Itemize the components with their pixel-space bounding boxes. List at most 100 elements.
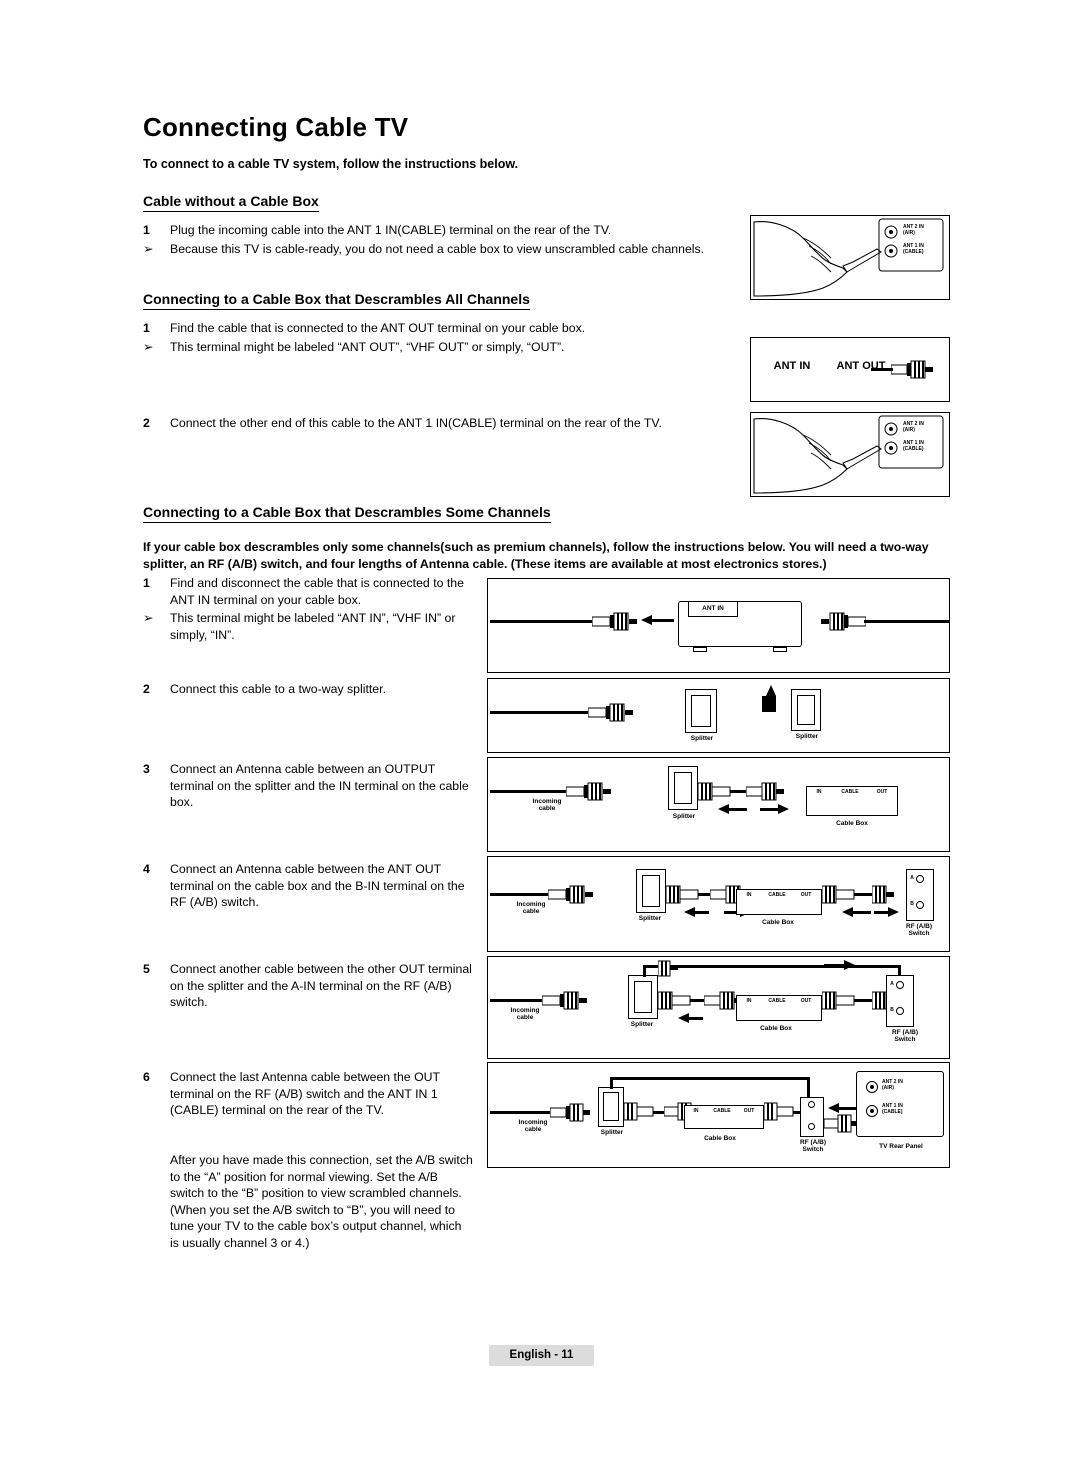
step-text: Connect another cable between the other … [170, 962, 472, 1010]
section-2-heading: Connecting to a Cable Box that Descrambl… [143, 291, 530, 311]
rf-switch-port-a [896, 981, 904, 989]
step-marker [143, 1152, 170, 1252]
step-marker: 6 [143, 1070, 150, 1084]
label-out: OUT [743, 1108, 755, 1114]
label-cable-box: Cable Box [762, 919, 794, 926]
arrow-shaft [652, 619, 674, 622]
label-splitter: Splitter [630, 1021, 654, 1028]
label-cable: CABLE [768, 998, 786, 1004]
label-a: A [890, 981, 894, 987]
step-3-row: 3 Connect an Antenna cable between an OU… [143, 761, 473, 813]
list-item: ➢ Because this TV is cable-ready, you do… [143, 241, 743, 258]
label-cable: CABLE [768, 892, 786, 898]
rf-switch-port-b [808, 1123, 815, 1130]
splitter-inner [642, 875, 660, 907]
label-in: IN [746, 998, 752, 1004]
figure-tv-rear-panel-2: ANT 2 IN (AIR) ANT 1 IN (CABLE) [750, 412, 950, 497]
label-ant-in: ANT IN [702, 605, 724, 612]
label-out: OUT [800, 998, 812, 1004]
section-3-heading: Connecting to a Cable Box that Descrambl… [143, 504, 551, 523]
step-text: Find and disconnect the cable that is co… [170, 576, 464, 607]
splitter-inner [674, 772, 692, 804]
arrow-shaft [695, 911, 709, 914]
step-2-row: 2 Connect this cable to a two-way splitt… [143, 681, 483, 700]
tv-port-ant1-pin [870, 1109, 874, 1113]
arrow-shaft [689, 1017, 703, 1020]
label-in: IN [816, 789, 822, 795]
label-in: IN [693, 1108, 699, 1114]
step-text: Connect the other end of this cable to t… [170, 416, 662, 431]
arrow-left-icon [684, 907, 695, 917]
arrow-shaft [729, 808, 747, 811]
section-3-note: If your cable box descrambles only some … [143, 539, 929, 571]
cable-line [490, 711, 590, 714]
step-text: Because this TV is cable-ready, you do n… [170, 241, 705, 256]
step-text: Plug the incoming cable into the ANT 1 I… [170, 223, 612, 237]
step-5-row: 5 Connect another cable between the othe… [143, 961, 473, 1013]
cable-line [490, 620, 592, 623]
list-item: 2 Connect this cable to a two-way splitt… [143, 681, 483, 698]
figure-tv-rear-panel-1: ANT 2 IN (AIR) ANT 1 IN (CABLE) [750, 215, 950, 300]
figure-step-3: Incoming cable Splitter IN CABLE OUT Cab… [487, 757, 950, 852]
step-marker: 5 [143, 962, 150, 976]
cable-line [490, 893, 552, 896]
step-marker: ➢ [143, 241, 154, 256]
splitter-inner [603, 1092, 619, 1121]
step-text: This terminal might be labeled “ANT IN”,… [170, 611, 456, 642]
arrow-shaft [874, 911, 888, 914]
figure-step-1: ANT IN [487, 578, 950, 673]
step-text: Connect an Antenna cable between the ANT… [170, 862, 465, 910]
connector-left [592, 612, 637, 631]
label-splitter: Splitter [600, 1129, 624, 1136]
label-rf-switch: RF (A/B) Switch [906, 923, 932, 938]
label-tv-rear-panel: TV Rear Panel [879, 1143, 923, 1150]
list-item: 1 Plug the incoming cable into the ANT 1… [143, 222, 743, 239]
port-label-ant2: ANT 2 IN (AIR) [903, 421, 924, 433]
step-text: This terminal might be labeled “ANT OUT”… [170, 339, 565, 354]
arrow-left-icon [828, 1103, 839, 1113]
arrow-left-icon [641, 615, 652, 625]
list-item: 1 Find and disconnect the cable that is … [143, 575, 473, 608]
label-splitter: Splitter [672, 813, 696, 820]
step-text: Connect the last Antenna cable between t… [170, 1070, 440, 1118]
cable-line-vertical [807, 1077, 810, 1099]
arrow-right-icon [844, 960, 855, 970]
label-rf-switch: RF (A/B) Switch [800, 1139, 826, 1154]
document-page: Connecting Cable TV To connect to a cabl… [0, 0, 1080, 1464]
figure-step-5: Incoming cable Splitter IN CABLE OUT Cab… [487, 956, 950, 1059]
page-title: Connecting Cable TV [143, 112, 409, 142]
splitter-inner-2 [797, 695, 815, 725]
section-descrambles-some: Connecting to a Cable Box that Descrambl… [143, 504, 953, 572]
label-ant1: ANT 1 IN (CABLE) [882, 1103, 903, 1115]
port-label-ant1: ANT 1 IN (CABLE) [903, 243, 924, 255]
label-incoming-cable: Incoming cable [518, 1119, 548, 1134]
list-item: 1 Find the cable that is connected to th… [143, 320, 763, 337]
step-marker: 4 [143, 862, 150, 876]
cable-connector-icon [891, 360, 933, 379]
page-intro: To connect to a cable TV system, follow … [143, 157, 519, 171]
arrow-shaft [760, 808, 778, 811]
arrow-right-icon [888, 907, 899, 917]
step-text: Connect this cable to a two-way splitter… [170, 682, 386, 696]
list-item: 4 Connect an Antenna cable between the A… [143, 861, 473, 911]
list-item: 5 Connect another cable between the othe… [143, 961, 473, 1011]
label-cable: CABLE [713, 1108, 731, 1114]
cable-box-foot [773, 647, 787, 652]
label-cable-box: Cable Box [760, 1025, 792, 1032]
label-in: IN [746, 892, 752, 898]
arrow-left-icon [718, 804, 729, 814]
list-item: 3 Connect an Antenna cable between an OU… [143, 761, 473, 811]
figure-step-2: Incoming cable Splitter Splitter [487, 678, 950, 753]
section-3-steps: 1 Find and disconnect the cable that is … [143, 575, 473, 645]
arrow-left-icon [842, 907, 853, 917]
connector-incoming [588, 703, 633, 722]
step-marker: ➢ [143, 339, 154, 354]
figure-cable-box-ports: ANT IN ANT OUT [750, 337, 950, 402]
label-out: OUT [800, 892, 812, 898]
cable-line [490, 1111, 552, 1114]
cable-line [871, 368, 893, 371]
step-marker: 1 [143, 576, 150, 590]
section-1-steps: 1 Plug the incoming cable into the ANT 1… [143, 222, 743, 257]
rf-switch-port-b [916, 901, 924, 909]
step-text: Connect an Antenna cable between an OUTP… [170, 762, 469, 810]
